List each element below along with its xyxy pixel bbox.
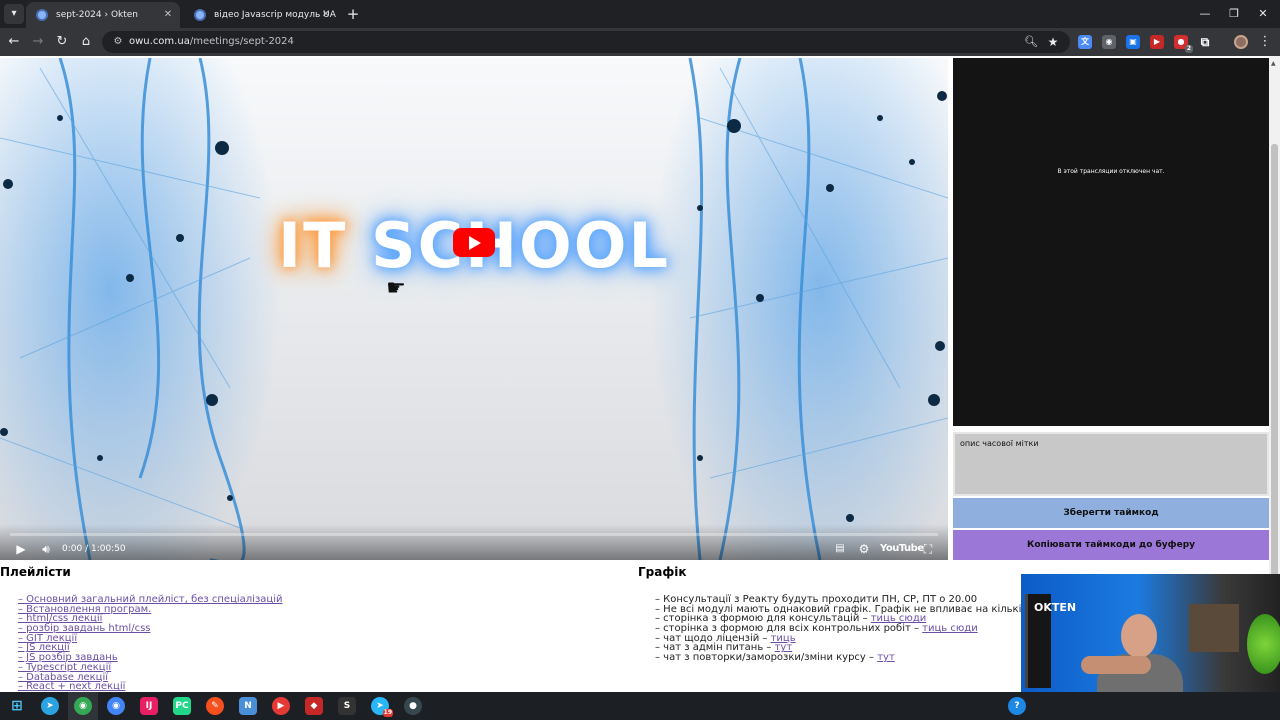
windows-start-icon[interactable]: ⊞ — [8, 697, 26, 715]
scroll-up-arrow-icon[interactable]: ▲ — [1271, 60, 1276, 67]
video-progress-bar[interactable] — [10, 533, 938, 536]
webcam-plant — [1247, 614, 1280, 674]
course-change-chat-link[interactable]: тут — [877, 652, 895, 663]
notepad-icon[interactable]: N — [239, 697, 257, 715]
browser-toolbar: ← → ↻ ⌂ ⚙ owu.com.ua/meetings/sept-2024 … — [0, 28, 1280, 56]
tab-search-button[interactable]: ▾ — [4, 4, 24, 24]
forward-arrow-icon[interactable]: → — [28, 32, 48, 52]
recorder-icon[interactable]: ◆ — [305, 697, 323, 715]
hand-cursor-icon: ☛ — [386, 276, 406, 301]
okten-favicon-icon — [36, 9, 48, 21]
windows-taskbar: ⊞ ➤ ◉ ◉ IJ PC ✎ N ▶ ◆ S ➤ 19 ● ? — [0, 692, 1280, 720]
playlist-link[interactable]: – React + next лекції — [18, 681, 125, 692]
close-tab-icon[interactable]: ✕ — [320, 2, 332, 28]
chat-panel: В этой трансляции отключен чат. — [953, 58, 1269, 426]
tab-strip: ▾ sept-2024 › Okten ✕ відео Javascrip мо… — [0, 0, 1280, 28]
fullscreen-icon[interactable]: ⛶ — [920, 540, 936, 558]
notification-badge: 19 — [382, 709, 393, 717]
home-icon[interactable]: ⌂ — [76, 32, 96, 52]
translate-extension-icon[interactable]: 文 — [1078, 35, 1092, 49]
bookmark-star-icon[interactable]: ★ — [1046, 35, 1060, 49]
pycharm-icon[interactable]: PC — [173, 697, 191, 715]
back-arrow-icon[interactable]: ← — [4, 32, 24, 52]
new-tab-button[interactable]: + — [344, 4, 362, 24]
presenter-head — [1121, 614, 1157, 658]
list-item: – чат з повторки/заморозки/зміни курсу –… — [655, 652, 895, 664]
obs-icon[interactable]: ● — [404, 697, 422, 715]
chrome-icon[interactable]: ◉ — [74, 697, 92, 715]
okten-banner: OKTEN — [1025, 594, 1076, 688]
save-timecode-button[interactable]: Зберегти таймкод — [953, 498, 1269, 528]
youtube-extension-icon[interactable]: ▶ — [1150, 35, 1164, 49]
telegram-desktop-icon[interactable]: ➤ 19 — [371, 697, 393, 717]
extensions-puzzle-icon[interactable]: ⧉ — [1198, 35, 1212, 49]
tab-title: sept-2024 › Okten — [56, 10, 139, 20]
volume-icon[interactable]: 🔊︎ — [36, 540, 56, 558]
screenshot-extension-icon[interactable]: ◉ — [1102, 35, 1116, 49]
title-school: SCHOOL — [371, 209, 670, 282]
copy-timecodes-button[interactable]: Копіювати таймкоди до буферу — [953, 530, 1269, 560]
telegram-icon[interactable]: ➤ — [41, 697, 59, 715]
video-player[interactable]: IT SCHOOL ☛ ▶ 🔊︎ 0:00 / 1:00:50 ▤ ⚙ YouT… — [0, 58, 948, 560]
tab-video-javascript[interactable]: відео Javascrip модуль UA › Ok ✕ — [184, 2, 338, 28]
settings-gear-icon[interactable]: ⚙ — [856, 540, 872, 558]
network-background-image — [0, 58, 948, 560]
smartgit-icon[interactable]: S — [338, 697, 356, 715]
profile-avatar[interactable] — [1234, 35, 1248, 49]
okten-banner-text: OKTEN — [1034, 602, 1076, 614]
video-time: 0:00 / 1:00:50 — [62, 544, 126, 554]
intellij-icon[interactable]: IJ — [140, 697, 158, 715]
chat-disabled-message: В этой трансляции отключен чат. — [1057, 168, 1165, 175]
notification-extension-icon[interactable]: ● 2 — [1174, 35, 1193, 53]
chrome-profile-icon[interactable]: ◉ — [107, 697, 125, 715]
webcam-shelf — [1189, 604, 1239, 652]
help-icon[interactable]: ? — [1008, 697, 1026, 715]
media-player-icon[interactable]: ▶ — [272, 697, 290, 715]
tab-sept-2024[interactable]: sept-2024 › Okten ✕ — [26, 2, 180, 28]
zoom-icon[interactable]: 🔍︎ — [1024, 35, 1038, 49]
close-window-button[interactable]: ✕ — [1246, 0, 1280, 28]
youtube-play-button[interactable] — [453, 228, 495, 257]
webcam-overlay: OKTEN — [1021, 574, 1280, 692]
url-text[interactable]: owu.com.ua/meetings/sept-2024 — [129, 31, 294, 53]
reload-icon[interactable]: ↻ — [52, 32, 72, 52]
extension-badge: 2 — [1184, 45, 1193, 53]
close-tab-icon[interactable]: ✕ — [162, 2, 174, 28]
page-content: IT SCHOOL ☛ ▶ 🔊︎ 0:00 / 1:00:50 ▤ ⚙ YouT… — [0, 56, 1280, 692]
title-it: IT — [278, 209, 348, 282]
playlists-list: – Основний загальний плейліст, без спеці… — [18, 595, 283, 692]
timestamp-description-label: опис часової мітки — [960, 439, 1039, 448]
postman-icon[interactable]: ✎ — [206, 697, 224, 715]
cast-extension-icon[interactable]: ▣ — [1126, 35, 1140, 49]
schedule-heading: Графік — [638, 565, 687, 579]
address-bar[interactable]: ⚙ owu.com.ua/meetings/sept-2024 🔍︎ ★ — [102, 31, 1070, 53]
browser-menu-icon[interactable]: ⋮ — [1258, 32, 1272, 52]
playlists-heading: Плейлісти — [0, 565, 71, 579]
okten-favicon-icon — [194, 9, 206, 21]
subtitles-icon[interactable]: ▤ — [832, 540, 848, 558]
timestamp-description-field[interactable]: опис часової мітки — [953, 432, 1269, 496]
presenter-hands — [1081, 656, 1151, 674]
tests-form-link[interactable]: тиць сюди — [922, 623, 978, 634]
youtube-logo[interactable]: YouTube — [880, 540, 924, 558]
site-info-icon[interactable]: ⚙ — [111, 35, 125, 49]
schedule-list: – Консультації з Реакту будуть проходити… — [655, 595, 1053, 663]
list-item[interactable]: – React + next лекції — [18, 682, 283, 692]
player-controls: ▶ 🔊︎ 0:00 / 1:00:50 ▤ ⚙ YouTube ⛶ — [0, 524, 948, 560]
play-icon[interactable]: ▶ — [12, 540, 30, 558]
